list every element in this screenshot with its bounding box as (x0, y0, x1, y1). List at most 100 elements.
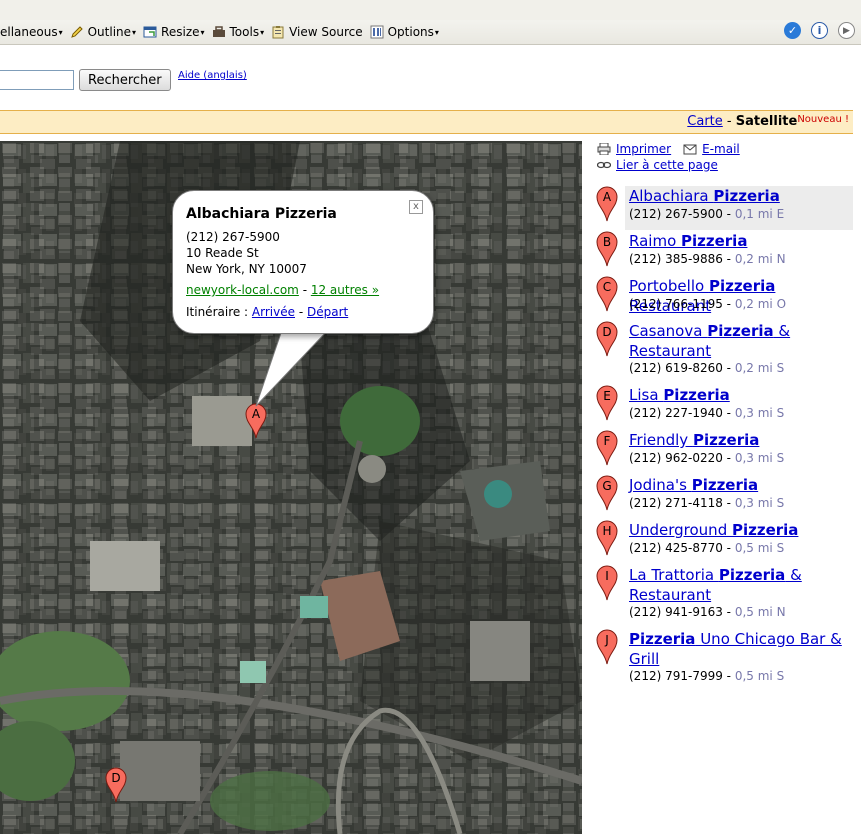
marker-letter: E (603, 389, 611, 403)
result-distance: 0,2 mi S (734, 361, 785, 375)
map-mode-link[interactable]: Carte (687, 114, 722, 129)
result-distance: 0,5 mi S (734, 669, 785, 683)
info-window-others-link[interactable]: 12 autres » (311, 283, 379, 297)
result-phone: (212) 619-8260 (629, 361, 723, 375)
result-meta: (212) 766-1195 - 0,2 mi O (629, 297, 787, 311)
printer-icon (597, 143, 611, 155)
result-meta: (212) 791-7999 - 0,5 mi S (629, 669, 785, 683)
satellite-mode[interactable]: Satellite (736, 114, 798, 129)
result-distance: 0,3 mi S (734, 451, 785, 465)
result-phone: (212) 962-0220 (629, 451, 723, 465)
result-marker[interactable]: I (596, 565, 618, 601)
result-meta: (212) 962-0220 - 0,3 mi S (629, 451, 785, 465)
result-meta: (212) 941-9163 - 0,5 mi N (629, 605, 786, 619)
info-window-title: Albachiara Pizzeria (186, 206, 337, 222)
dropdown-arrow-icon: ▾ (132, 27, 137, 37)
info-window-street: 10 Reade St (186, 246, 259, 260)
toolbar-options-menu[interactable]: Options ▾ (370, 25, 439, 39)
info-icon[interactable]: i (811, 22, 828, 39)
help-link[interactable]: Aide (anglais) (178, 70, 247, 81)
browser-toolbar: ellaneous ▾ Outline ▾ Resize ▾ Tools ▾ View … (0, 0, 861, 45)
result-marker[interactable]: B (596, 231, 618, 267)
dropdown-arrow-icon: ▾ (434, 27, 439, 37)
map-marker-d[interactable]: D (105, 767, 127, 803)
info-window-tail (255, 330, 329, 407)
marker-letter: J (605, 633, 609, 647)
pencil-icon (70, 26, 83, 38)
result-phone: (212) 271-4118 (629, 496, 723, 510)
validator-check-icon[interactable]: ✓ (784, 22, 801, 39)
toolbar-top-strip (0, 0, 861, 20)
result-phone: (212) 766-1195 (629, 297, 723, 311)
result-name-link[interactable]: Casanova Pizzeria & Restaurant (629, 321, 853, 361)
result-name-link[interactable]: Pizzeria Uno Chicago Bar & Grill (629, 629, 853, 669)
toolbar-item-label: Resize (161, 25, 200, 39)
result-marker[interactable]: G (596, 475, 618, 511)
result-marker[interactable]: D (596, 321, 618, 357)
marker-letter: C (602, 280, 612, 294)
result-distance: 0,2 mi O (734, 297, 787, 311)
result-meta: (212) 227-1940 - 0,3 mi S (629, 406, 785, 420)
result-name-link[interactable]: Underground Pizzeria (629, 520, 853, 540)
result-marker[interactable]: E (596, 385, 618, 421)
result-name-link[interactable]: La Trattoria Pizzeria & Restaurant (629, 565, 853, 605)
result-marker[interactable]: F (596, 430, 618, 466)
result-name-link[interactable]: Jodina's Pizzeria (629, 475, 853, 495)
result-marker[interactable]: A (596, 186, 618, 222)
toolbar-outline-menu[interactable]: Outline ▾ (70, 25, 136, 39)
directions-label: Itinéraire : (186, 305, 252, 319)
result-marker[interactable]: J (596, 629, 618, 665)
result-phone: (212) 791-7999 (629, 669, 723, 683)
result-marker[interactable]: H (596, 520, 618, 556)
marker-letter: F (603, 434, 611, 448)
play-icon[interactable]: ▶ (838, 22, 855, 39)
marker-letter: I (605, 569, 609, 583)
toolbar-item-label: Tools (229, 25, 260, 39)
toolbar-view-source[interactable]: View Source (271, 25, 363, 39)
result-distance: 0,3 mi S (734, 496, 785, 510)
email-link[interactable]: E-mail (702, 141, 740, 157)
result-name-link[interactable]: Albachiara Pizzeria (629, 186, 853, 206)
result-distance: 0,5 mi S (734, 541, 785, 555)
info-window-city: New York, NY 10007 (186, 262, 307, 276)
link-chain-icon (597, 161, 611, 169)
result-distance: 0,5 mi N (734, 605, 786, 619)
email-icon (683, 144, 697, 155)
search-row: Rechercher (0, 66, 171, 94)
result-name-link[interactable]: Lisa Pizzeria (629, 385, 853, 405)
result-phone: (212) 267-5900 (629, 207, 723, 221)
toolbar-miscellaneous-menu[interactable]: ellaneous ▾ (0, 25, 63, 39)
result-name-link[interactable]: Friendly Pizzeria (629, 430, 853, 450)
tools-icon (212, 26, 225, 37)
result-meta: (212) 271-4118 - 0,3 mi S (629, 496, 785, 510)
dropdown-arrow-icon: ▾ (260, 27, 265, 37)
result-distance: 0,3 mi S (734, 406, 785, 420)
search-button[interactable]: Rechercher (79, 69, 171, 91)
directions-departure-link[interactable]: Départ (307, 305, 348, 319)
side-links: Imprimer E-mail Lier à cette page (597, 140, 740, 173)
toolbar-item-label: ellaneous (0, 25, 58, 39)
link-to-page[interactable]: Lier à cette page (616, 157, 718, 173)
result-meta: (212) 385-9886 - 0,2 mi N (629, 252, 786, 266)
close-icon[interactable]: x (409, 200, 423, 214)
info-window-directions: Itinéraire : Arrivée - Départ (186, 305, 348, 319)
info-window-website-link[interactable]: newyork-local.com (186, 283, 299, 297)
result-distance: 0,2 mi N (734, 252, 786, 266)
info-window-separator: - (298, 283, 311, 297)
marker-letter: G (602, 479, 612, 493)
result-name-link[interactable]: Raimo Pizzeria (629, 231, 853, 251)
toolbar-resize-menu[interactable]: Resize ▾ (143, 25, 205, 39)
print-link[interactable]: Imprimer (616, 141, 671, 157)
directions-separator: - (295, 305, 307, 319)
resize-icon (143, 26, 157, 38)
info-window-phone: (212) 267-5900 (186, 230, 280, 244)
directions-arrival-link[interactable]: Arrivée (252, 305, 295, 319)
result-meta: (212) 619-8260 - 0,2 mi S (629, 361, 785, 375)
result-meta: (212) 425-8770 - 0,5 mi S (629, 541, 785, 555)
search-input[interactable] (0, 70, 74, 90)
dropdown-arrow-icon: ▾ (58, 27, 63, 37)
result-marker[interactable]: C (596, 276, 618, 312)
toolbar-tools-menu[interactable]: Tools ▾ (212, 25, 265, 39)
toolbar-item-label: Outline (87, 25, 132, 39)
options-icon (370, 25, 384, 39)
